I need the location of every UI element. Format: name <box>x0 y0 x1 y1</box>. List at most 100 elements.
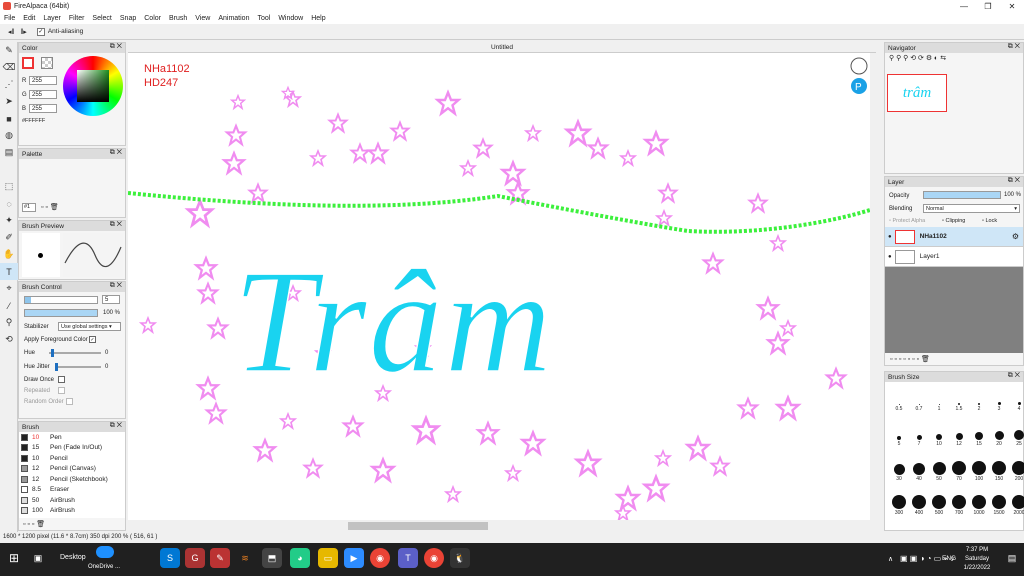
brush-item[interactable]: 50 AirBrush <box>19 495 125 506</box>
hue-jitter-slider[interactable] <box>55 363 101 371</box>
r-input[interactable]: 255 <box>29 76 57 85</box>
brush-item[interactable]: 8.5 Eraser <box>19 485 125 496</box>
brush-size-cell[interactable]: 40 <box>909 458 929 482</box>
panel-close-icon[interactable]: ⧉ ✕ <box>110 43 122 51</box>
pen-tool-icon[interactable]: ✎ <box>0 42 18 59</box>
stabilizer-select[interactable]: Use global settings ▾ <box>58 322 121 331</box>
menu-help[interactable]: Help <box>311 15 325 22</box>
menu-filter[interactable]: Filter <box>69 15 85 22</box>
hue-wheel[interactable] <box>63 56 123 116</box>
panel-close-icon[interactable]: ⧉ ✕ <box>110 221 122 229</box>
menu-layer[interactable]: Layer <box>43 15 61 22</box>
teams-icon[interactable]: T <box>398 548 418 568</box>
notification-icon[interactable]: ▤ <box>1002 548 1022 568</box>
panel-close-icon[interactable]: ⧉ ✕ <box>1008 177 1020 185</box>
layer-opacity-slider[interactable] <box>923 191 1001 199</box>
app-icon-3[interactable]: ✎ <box>210 548 230 568</box>
brush-size-cell[interactable]: 150 <box>989 458 1009 482</box>
brush-item[interactable]: 15 Pen (Fade In/Out) <box>19 443 125 454</box>
clipping-option[interactable]: ▫ Clipping <box>942 218 965 224</box>
brush-size-cell[interactable]: 10 <box>929 423 949 447</box>
draw-once-checkbox[interactable] <box>58 376 65 383</box>
menu-file[interactable]: File <box>4 15 15 22</box>
fill-tool-icon[interactable]: ■ <box>0 110 18 127</box>
brush-size-cell[interactable]: 12 <box>949 423 969 447</box>
blending-select[interactable]: Normal ▾ <box>923 204 1020 213</box>
brush-panel-actions-icon[interactable]: ▫ ▫ ▫ 🗑 <box>23 520 45 528</box>
brush-size-cell[interactable]: 7 <box>909 423 929 447</box>
menu-window[interactable]: Window <box>278 15 303 22</box>
brush-size-cell[interactable]: 200 <box>1009 458 1024 482</box>
brush-size-cell[interactable]: 5 <box>889 423 909 447</box>
zoom-tool-icon[interactable]: ⚲ <box>0 314 18 331</box>
app-icon-5[interactable]: ⬒ <box>262 548 282 568</box>
random-order-checkbox[interactable] <box>66 398 73 405</box>
app-icon-6[interactable]: ◕ <box>290 548 310 568</box>
saturation-square[interactable] <box>77 70 109 102</box>
drawing-canvas[interactable]: NHa1102 HD247 Trâm P <box>128 53 870 520</box>
vertical-scrollbar[interactable] <box>870 53 876 520</box>
hue-slider[interactable] <box>49 349 101 357</box>
antialias-checkbox[interactable]: ✓ <box>36 27 45 36</box>
repeated-checkbox[interactable] <box>58 387 65 394</box>
brush-item[interactable]: 12 Pencil (Canvas) <box>19 464 125 475</box>
size-input[interactable]: 5 <box>102 295 120 304</box>
brush-size-cell[interactable]: 1.5 <box>949 388 969 412</box>
brush-item[interactable]: 10 Pen <box>19 432 125 443</box>
onedrive-icon[interactable] <box>96 546 114 558</box>
language-indicator[interactable]: ENG <box>942 555 956 562</box>
brush-size-cell[interactable]: 4 <box>1009 388 1024 412</box>
text-tool-icon[interactable]: T <box>0 263 18 280</box>
skype-icon[interactable]: S <box>160 548 180 568</box>
g-input[interactable]: 255 <box>29 90 57 99</box>
brush-size-cell[interactable]: 20 <box>989 423 1009 447</box>
firealpaca-taskbar-icon[interactable]: 🐧 <box>450 548 470 568</box>
palette-add-icon[interactable]: ▫ ▫ 🗑 <box>41 203 59 211</box>
brush-size-cell[interactable]: 70 <box>949 458 969 482</box>
layer-settings-icon[interactable]: ⚙ <box>1012 232 1019 241</box>
lasso-tool-icon[interactable]: ◌ <box>0 195 18 212</box>
primary-color-swatch[interactable] <box>22 57 34 69</box>
clock[interactable]: 7:37 PM Saturday 1/22/2022 <box>962 546 992 573</box>
move-tool-icon[interactable]: ➤ <box>0 93 18 110</box>
gradient-tool-icon[interactable]: ▤ <box>0 144 18 161</box>
navigator-zoom-icons[interactable]: ⚲ ⚲ ⚲ ⟲ ⟳ ⚙ ◐ ⇆ <box>885 53 1023 64</box>
menu-view[interactable]: View <box>195 15 210 22</box>
panel-close-icon[interactable]: ⧉ ✕ <box>110 422 122 430</box>
brush-size-cell[interactable]: 1000 <box>969 492 989 516</box>
document-tab[interactable]: Untitled <box>128 42 876 53</box>
eraser-tool-icon[interactable]: ⌫ <box>0 59 18 76</box>
brush-item[interactable]: 10 Pencil <box>19 453 125 464</box>
desktop-label[interactable]: Desktop <box>60 554 86 561</box>
horizontal-scrollbar[interactable] <box>128 520 870 532</box>
brush-size-cell[interactable]: 50 <box>929 458 949 482</box>
visibility-icon[interactable]: ● <box>888 254 892 260</box>
menu-brush[interactable]: Brush <box>169 15 187 22</box>
brush-size-cell[interactable]: 2 <box>969 388 989 412</box>
layer-actions-icon[interactable]: ▫ ▫ ▫ ▫ ▫ ▫ ▫ 🗑 <box>890 355 930 363</box>
brush-size-cell[interactable]: 15 <box>969 423 989 447</box>
brush-size-cell[interactable]: 100 <box>969 458 989 482</box>
menu-select[interactable]: Select <box>92 15 111 22</box>
file-explorer-icon[interactable]: ▭ <box>318 548 338 568</box>
navigator-preview[interactable]: trâm <box>887 74 947 112</box>
maximize-button[interactable]: ❐ <box>976 0 1000 12</box>
layer-row[interactable]: ● Layer1 <box>885 247 1023 267</box>
minimize-button[interactable]: — <box>952 0 976 12</box>
menu-tool[interactable]: Tool <box>257 15 270 22</box>
brush-item[interactable]: 100 AirBrush <box>19 506 125 517</box>
panel-close-icon[interactable]: ⧉ ✕ <box>1008 43 1020 51</box>
brush-size-cell[interactable]: 500 <box>929 492 949 516</box>
panel-close-icon[interactable]: ⧉ ✕ <box>1008 372 1020 380</box>
b-input[interactable]: 255 <box>29 104 57 113</box>
scroll-thumb[interactable] <box>348 522 488 530</box>
brush-size-cell[interactable]: 1 <box>929 388 949 412</box>
panel-close-icon[interactable]: ⧉ ✕ <box>110 149 122 157</box>
brush-size-cell[interactable]: 0.7 <box>909 388 929 412</box>
rotate-tool-icon[interactable]: ⟲ <box>0 331 18 348</box>
eyedropper-icon[interactable]: ⁄ <box>0 297 18 314</box>
brush-item[interactable]: 12 Pencil (Sketchbook) <box>19 474 125 485</box>
next-frame-icon[interactable]: ‖▸ <box>20 28 26 36</box>
menu-edit[interactable]: Edit <box>23 15 35 22</box>
apply-fg-checkbox[interactable]: ✓ <box>89 336 96 343</box>
